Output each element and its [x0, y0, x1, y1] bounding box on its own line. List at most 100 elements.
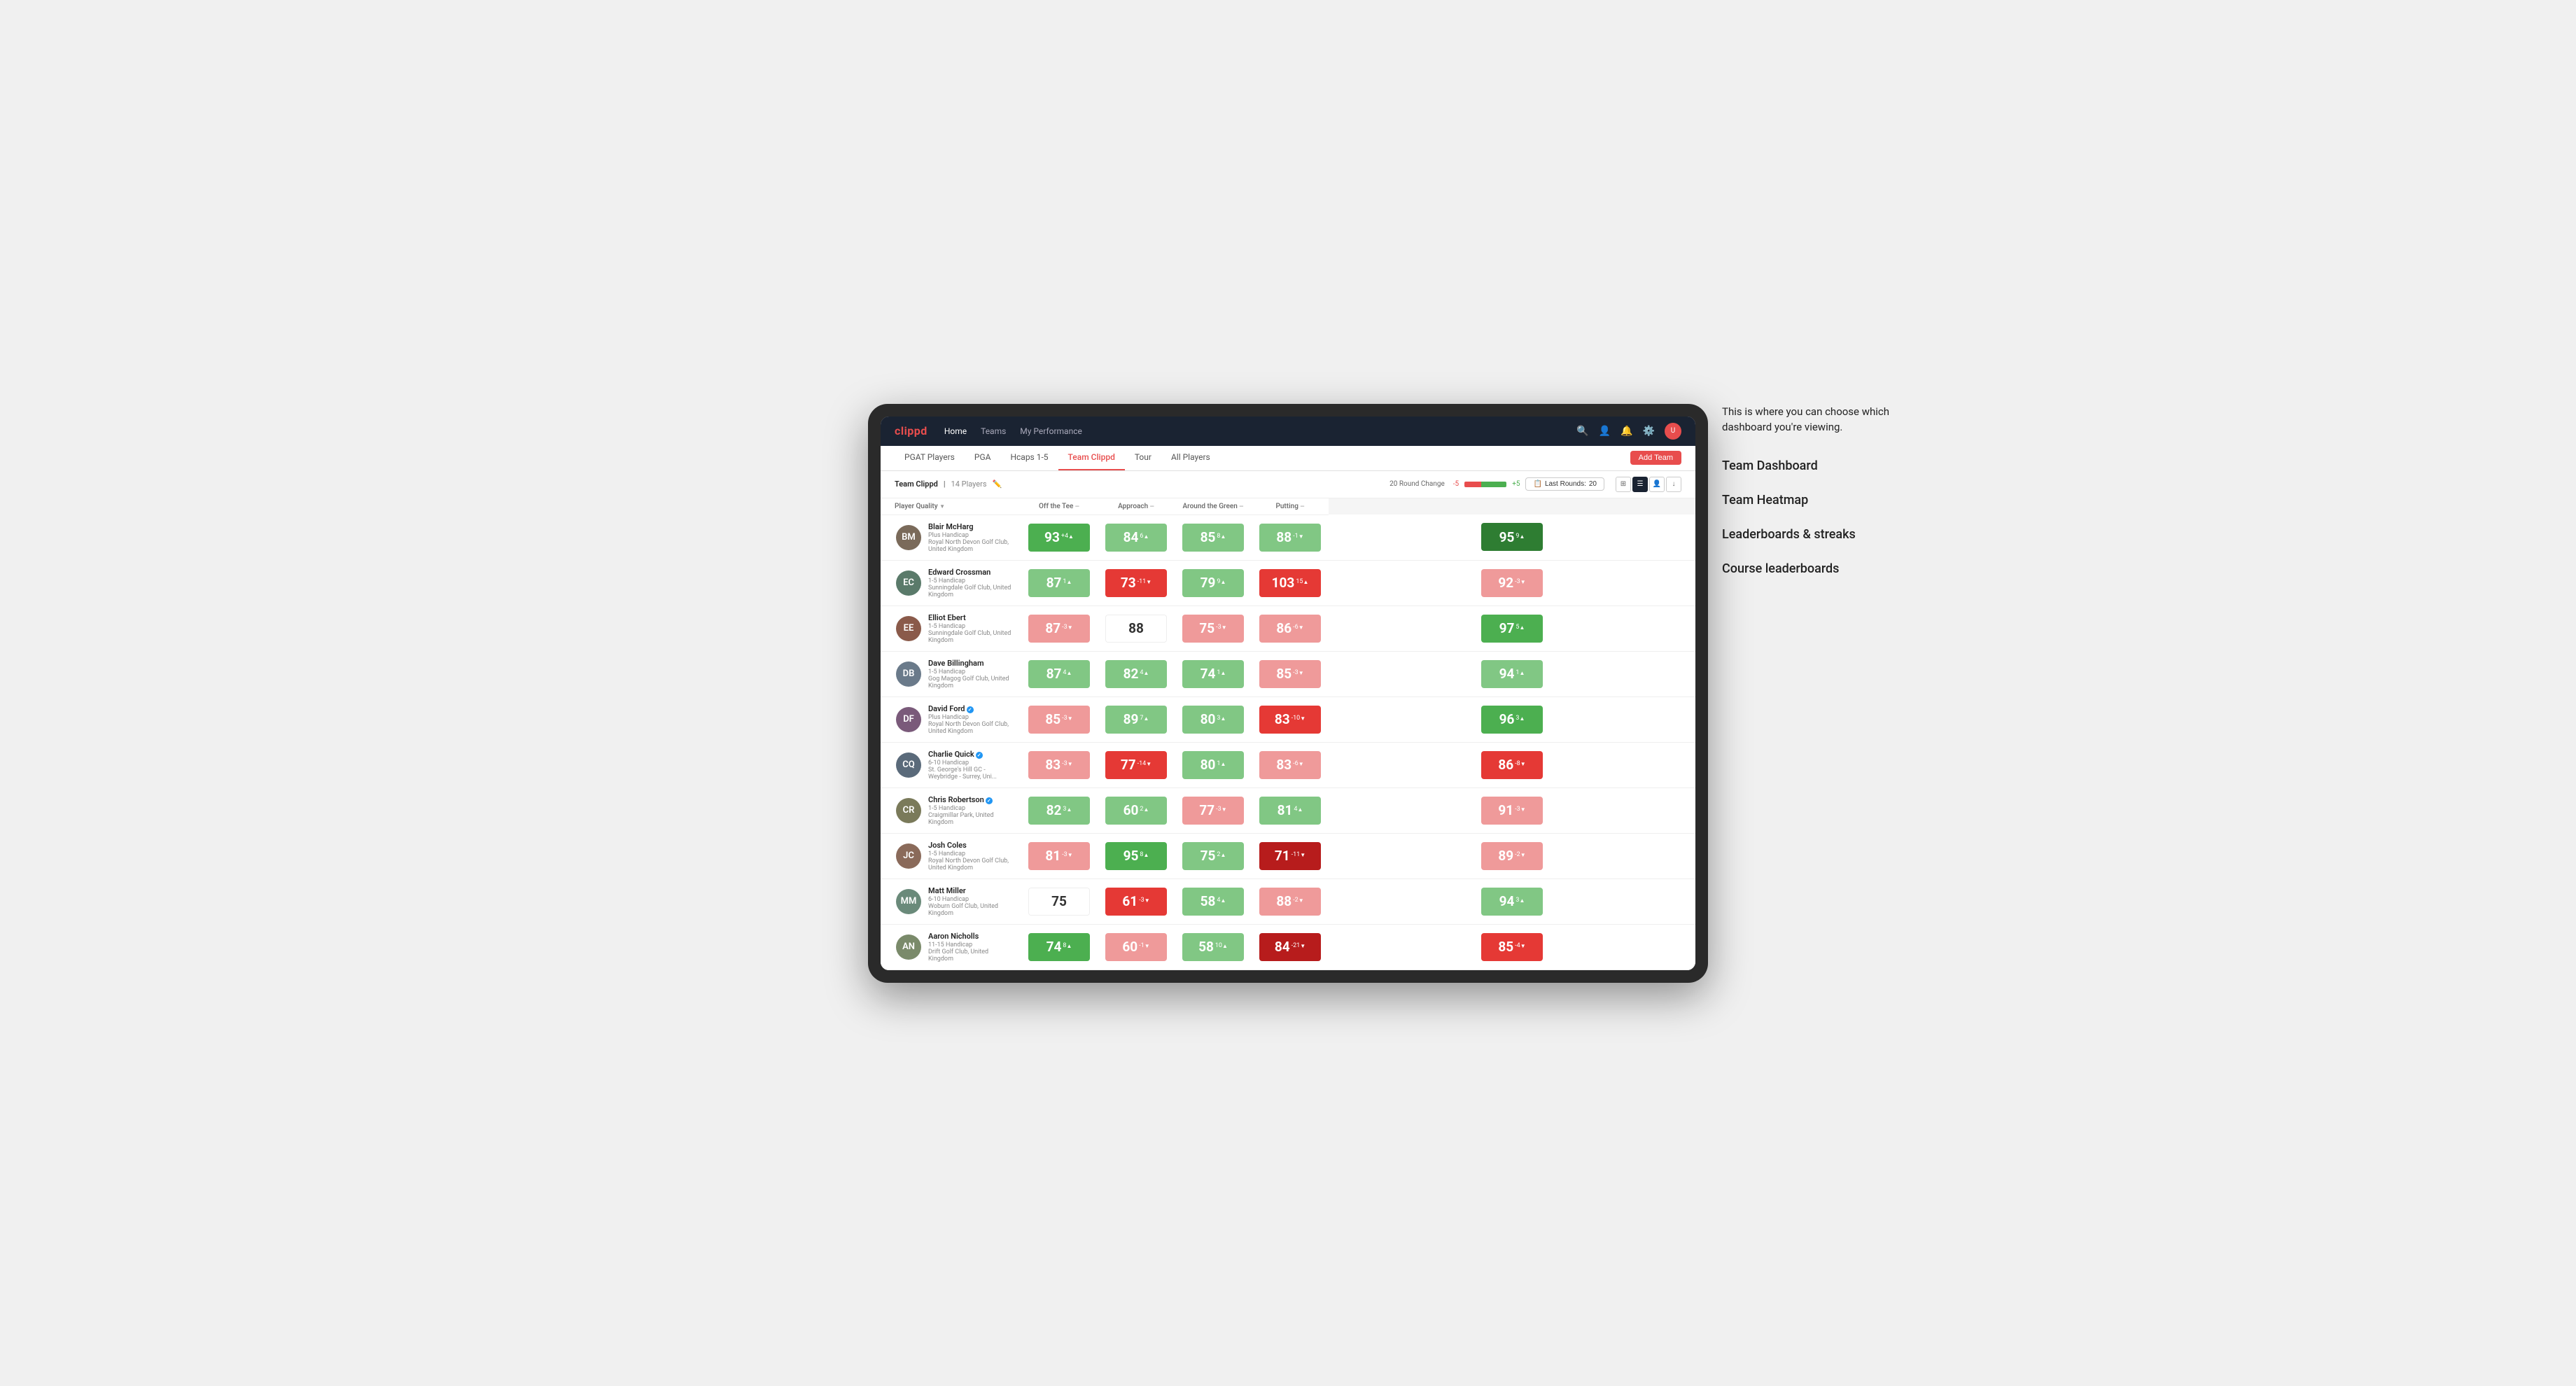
table-row[interactable]: JC Josh Coles 1-5 Handicap Royal North D… [881, 833, 1695, 878]
player-hcp-9: 11-15 Handicap [928, 941, 1014, 948]
stat-around-green-9: 84 -21▼ [1252, 924, 1329, 969]
player-name-2[interactable]: Elliot Ebert [928, 613, 1014, 622]
player-cell-9: AN Aaron Nicholls 11-15 Handicap Drift G… [881, 924, 1021, 969]
list-view-button[interactable]: ☰ [1632, 477, 1648, 492]
player-hcp-5: 6-10 Handicap [928, 760, 1014, 766]
col-header-around-green: Around the Green — [1175, 498, 1252, 515]
search-icon[interactable]: 🔍 [1576, 426, 1588, 437]
team-player-count: 14 Players [951, 479, 987, 489]
player-avatar-6: CR [896, 798, 921, 823]
player-name-7[interactable]: Josh Coles [928, 841, 1014, 850]
stat-off-tee-0: 84 6▲ [1098, 514, 1175, 560]
player-info-7: Josh Coles 1-5 Handicap Royal North Devo… [928, 841, 1014, 872]
round-change-pos: +5 [1512, 480, 1520, 488]
bell-icon[interactable]: 🔔 [1620, 426, 1632, 437]
player-name-4[interactable]: David Ford✓ [928, 704, 1014, 713]
stat-off-tee-6: 60 2▲ [1098, 788, 1175, 833]
stat-approach-7: 75 2▲ [1175, 833, 1252, 878]
player-info-0: Blair McHarg Plus Handicap Royal North D… [928, 522, 1014, 553]
stat-player-quality-5: 83 -3▼ [1021, 742, 1098, 788]
player-avatar-0: BM [896, 525, 921, 550]
dashboard-table: Player Quality ▼ Off the Tee — Approach … [881, 498, 1695, 970]
stat-player-quality-1: 87 1▲ [1021, 560, 1098, 606]
player-hcp-3: 1-5 Handicap [928, 668, 1014, 676]
player-cell-1: EC Edward Crossman 1-5 Handicap Sunningd… [881, 560, 1021, 606]
player-cell-5: CQ Charlie Quick✓ 6-10 Handicap St. Geor… [881, 742, 1021, 788]
table-row[interactable]: CQ Charlie Quick✓ 6-10 Handicap St. Geor… [881, 742, 1695, 788]
stat-approach-9: 58 10▲ [1175, 924, 1252, 969]
sort-arrow-tee[interactable]: — [1075, 503, 1079, 510]
main-content: Player Quality ▼ Off the Tee — Approach … [881, 498, 1695, 970]
stat-approach-1: 79 9▲ [1175, 560, 1252, 606]
stat-putting-8: 94 3▲ [1329, 878, 1695, 924]
round-change-label: 20 Round Change [1390, 480, 1445, 488]
sort-arrow-putting[interactable]: — [1300, 503, 1304, 510]
nav-teams[interactable]: Teams [981, 426, 1006, 436]
player-club-0: Royal North Devon Golf Club, United King… [928, 539, 1014, 553]
table-row[interactable]: EC Edward Crossman 1-5 Handicap Sunningd… [881, 560, 1695, 606]
sort-arrow[interactable]: ▼ [939, 503, 945, 510]
player-name-5[interactable]: Charlie Quick✓ [928, 750, 1014, 759]
stat-approach-6: 77 -3▼ [1175, 788, 1252, 833]
table-row[interactable]: CR Chris Robertson✓ 1-5 Handicap Craigmi… [881, 788, 1695, 833]
player-info-3: Dave Billingham 1-5 Handicap Gog Magog G… [928, 659, 1014, 690]
last-rounds-icon: 📋 [1533, 480, 1541, 488]
table-row[interactable]: BM Blair McHarg Plus Handicap Royal Nort… [881, 514, 1695, 560]
stat-around-green-3: 85 -3▼ [1252, 651, 1329, 696]
settings-icon[interactable]: ⚙️ [1643, 426, 1655, 437]
col-header-off-tee: Off the Tee — [1021, 498, 1098, 515]
table-row[interactable]: EE Elliot Ebert 1-5 Handicap Sunningdale… [881, 606, 1695, 651]
col-header-player: Player Quality ▼ [881, 498, 1021, 515]
add-team-button[interactable]: Add Team [1630, 451, 1681, 465]
player-cell-3: DB Dave Billingham 1-5 Handicap Gog Mago… [881, 651, 1021, 696]
stat-player-quality-9: 74 8▲ [1021, 924, 1098, 969]
player-avatar-9: AN [896, 934, 921, 960]
grid-view-button[interactable]: ⊞ [1616, 477, 1631, 492]
download-button[interactable]: ↓ [1666, 477, 1681, 492]
edit-icon[interactable]: ✏️ [993, 479, 1002, 489]
player-name-3[interactable]: Dave Billingham [928, 659, 1014, 668]
table-row[interactable]: MM Matt Miller 6-10 Handicap Woburn Golf… [881, 878, 1695, 924]
table-body: BM Blair McHarg Plus Handicap Royal Nort… [881, 514, 1695, 969]
stat-around-green-8: 88 -2▼ [1252, 878, 1329, 924]
player-club-2: Sunningdale Golf Club, United Kingdom [928, 630, 1014, 644]
last-rounds-label: Last Rounds: [1545, 480, 1586, 488]
player-avatar-4: DF [896, 707, 921, 732]
last-rounds-button[interactable]: 📋 Last Rounds: 20 [1525, 477, 1604, 491]
player-club-7: Royal North Devon Golf Club, United King… [928, 858, 1014, 872]
table-row[interactable]: DF David Ford✓ Plus Handicap Royal North… [881, 696, 1695, 742]
nav-my-performance[interactable]: My Performance [1020, 426, 1082, 436]
annotation-item-dashboard: Team Dashboard [1722, 456, 1932, 475]
subnav-hcaps[interactable]: Hcaps 1-5 [1000, 446, 1058, 470]
bar-positive [1481, 482, 1506, 487]
player-info-8: Matt Miller 6-10 Handicap Woburn Golf Cl… [928, 886, 1014, 917]
profile-icon[interactable]: 👤 [1599, 426, 1611, 437]
stat-off-tee-5: 77 -14▼ [1098, 742, 1175, 788]
subnav-team-clippd[interactable]: Team Clippd [1058, 446, 1125, 470]
subnav-pga[interactable]: PGA [965, 446, 1001, 470]
stat-player-quality-4: 85 -3▼ [1021, 696, 1098, 742]
person-view-button[interactable]: 👤 [1649, 477, 1665, 492]
nav-home[interactable]: Home [944, 426, 967, 436]
round-change-neg: -5 [1453, 480, 1459, 488]
stat-putting-5: 86 -8▼ [1329, 742, 1695, 788]
player-club-6: Craigmillar Park, United Kingdom [928, 812, 1014, 826]
table-row[interactable]: DB Dave Billingham 1-5 Handicap Gog Mago… [881, 651, 1695, 696]
player-info-5: Charlie Quick✓ 6-10 Handicap St. George'… [928, 750, 1014, 780]
table-row[interactable]: AN Aaron Nicholls 11-15 Handicap Drift G… [881, 924, 1695, 969]
player-name-0[interactable]: Blair McHarg [928, 522, 1014, 531]
player-cell-2: EE Elliot Ebert 1-5 Handicap Sunningdale… [881, 606, 1021, 651]
subnav-pgat[interactable]: PGAT Players [895, 446, 965, 470]
stat-around-green-1: 103 15▲ [1252, 560, 1329, 606]
stat-putting-4: 96 3▲ [1329, 696, 1695, 742]
user-avatar[interactable]: U [1665, 423, 1681, 440]
player-name-8[interactable]: Matt Miller [928, 886, 1014, 895]
subnav-tour[interactable]: Tour [1125, 446, 1161, 470]
player-name-9[interactable]: Aaron Nicholls [928, 932, 1014, 941]
stat-approach-0: 85 8▲ [1175, 514, 1252, 560]
sort-arrow-green[interactable]: — [1239, 503, 1243, 510]
sort-arrow-approach[interactable]: — [1150, 503, 1154, 510]
player-name-6[interactable]: Chris Robertson✓ [928, 795, 1014, 804]
player-name-1[interactable]: Edward Crossman [928, 568, 1014, 577]
subnav-all-players[interactable]: All Players [1161, 446, 1220, 470]
